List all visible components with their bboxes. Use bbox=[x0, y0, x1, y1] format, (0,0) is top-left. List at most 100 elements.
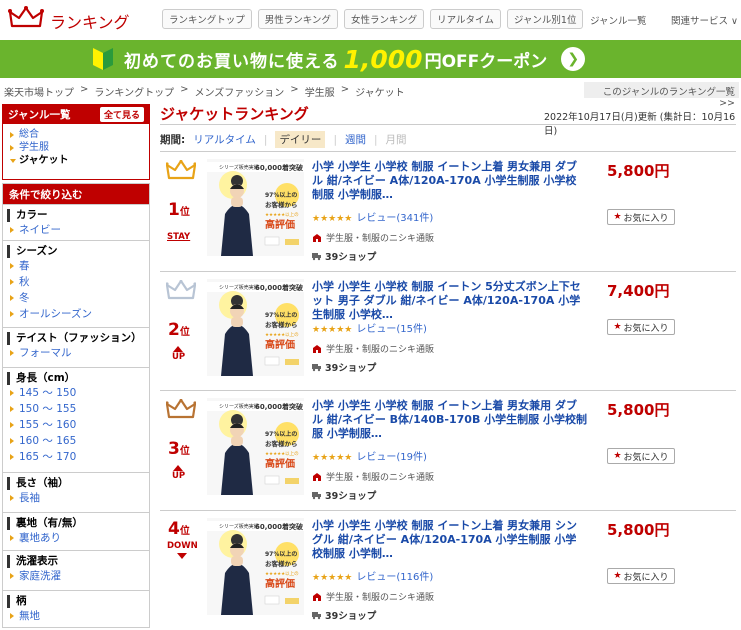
genre-item-label[interactable]: 学生服 bbox=[19, 142, 49, 153]
rank-value: 3 bbox=[168, 439, 180, 459]
shop-name[interactable]: 学生服・制服のニシキ通販 bbox=[312, 590, 434, 603]
filter-title: カラー bbox=[7, 209, 149, 222]
favorite-label: お気に入り bbox=[623, 323, 669, 334]
banner-coupon-text: 円OFFクーポン bbox=[424, 51, 548, 72]
filter-option[interactable]: 秋 bbox=[3, 274, 149, 290]
shop-39-label: 39ショップ bbox=[325, 252, 377, 263]
thumb-percent: 97%以上の bbox=[265, 430, 297, 438]
tab-weekly[interactable]: 週間 bbox=[345, 132, 366, 147]
filter-option[interactable]: 長袖 bbox=[3, 490, 149, 506]
filter-option[interactable]: 冬 bbox=[3, 290, 149, 306]
rank-crown-icon bbox=[166, 280, 196, 300]
filter-option[interactable]: ネイビー bbox=[3, 222, 149, 238]
product-thumbnail: シリーズ販売実績 60,000着突破 97%以上の お客様から ★★★★★以上の… bbox=[207, 279, 304, 376]
filter-option[interactable]: 無地 bbox=[3, 608, 149, 624]
shop-name[interactable]: 学生服・制服のニシキ通販 bbox=[312, 470, 434, 483]
filter-title: シーズン bbox=[7, 245, 149, 258]
product-price: 5,800円 bbox=[607, 521, 670, 539]
filter-title: 洗濯表示 bbox=[7, 555, 149, 568]
star-icon: ★ bbox=[613, 212, 622, 222]
filter-option[interactable]: 裏地あり bbox=[3, 530, 149, 546]
truck-icon bbox=[312, 612, 321, 620]
coupon-banner[interactable]: 初めてのお買い物に使える 1,000 円OFFクーポン ❯ bbox=[0, 40, 741, 78]
genre-item-label[interactable]: 総合 bbox=[19, 129, 39, 140]
favorite-label: お気に入り bbox=[623, 572, 669, 583]
product-image[interactable]: シリーズ販売実績 60,000着突破 97%以上の お客様から ★★★★★以上の… bbox=[207, 279, 304, 376]
breadcrumb-sep: > bbox=[180, 84, 189, 95]
shop-name[interactable]: 学生服・制服のニシキ通販 bbox=[312, 231, 434, 244]
thumb-customers: お客様から bbox=[265, 559, 298, 568]
filter-title: 長さ（袖） bbox=[7, 477, 149, 490]
breadcrumb-school-uniform[interactable]: 学生服 bbox=[305, 84, 335, 99]
rank-status: UP bbox=[172, 465, 185, 481]
product-title-link[interactable]: 小学 小学生 小学校 制服 イートン上着 男女兼用 シングル 紺/ネイビー A体… bbox=[312, 519, 587, 561]
tab-separator: | bbox=[333, 133, 337, 146]
star-icon: ★ bbox=[613, 571, 622, 581]
nav-ranking-top[interactable]: ランキングトップ bbox=[162, 9, 252, 29]
thumb-series-label: シリーズ販売実績 bbox=[219, 403, 259, 410]
product-title-link[interactable]: 小学 小学生 小学校 制服 イートン 5分丈ズボン上下セット 男子 ダブル 紺/… bbox=[312, 280, 587, 322]
review-count-link[interactable]: レビュー(341件) bbox=[356, 213, 433, 224]
favorite-button[interactable]: ★ お気に入り bbox=[607, 319, 675, 335]
crown-logo-icon[interactable] bbox=[8, 6, 44, 30]
filter-option[interactable]: 165 ～ 170 bbox=[3, 449, 149, 465]
review-count-link[interactable]: レビュー(19件) bbox=[356, 452, 427, 463]
shop-name[interactable]: 学生服・制服のニシキ通販 bbox=[312, 342, 434, 355]
shop-39-label: 39ショップ bbox=[325, 491, 377, 502]
genre-item-all[interactable]: 総合 bbox=[3, 128, 149, 141]
tab-realtime[interactable]: リアルタイム bbox=[193, 132, 256, 147]
genre-ranking-list-link[interactable]: このジャンルのランキング一覧 >> bbox=[584, 82, 739, 109]
filter-option[interactable]: フォーマル bbox=[3, 345, 149, 361]
filter-option[interactable]: 家庭洗濯 bbox=[3, 568, 149, 584]
nav-men-ranking[interactable]: 男性ランキング bbox=[257, 9, 338, 29]
product-title-link[interactable]: 小学 小学生 小学校 制服 イートン上着 男女兼用 ダブル 紺/ネイビー B体/… bbox=[312, 399, 587, 441]
filter-option[interactable]: 160 ～ 165 bbox=[3, 433, 149, 449]
favorite-button[interactable]: ★ お気に入り bbox=[607, 448, 675, 464]
shop-39-badge: 39ショップ bbox=[312, 360, 376, 374]
product-image[interactable]: シリーズ販売実績 60,000着突破 97%以上の お客様から ★★★★★以上の… bbox=[207, 398, 304, 495]
product-title-link[interactable]: 小学 小学生 小学校 制服 イートン上着 男女兼用 ダブル 紺/ネイビー A体/… bbox=[312, 160, 587, 202]
favorite-button[interactable]: ★ お気に入り bbox=[607, 568, 675, 584]
ranking-item: 3位 UP シリーズ販売実績 60,000着突破 97%以上の お客様から ★★… bbox=[160, 390, 736, 510]
breadcrumb-rakuten-top[interactable]: 楽天市場トップ bbox=[4, 84, 74, 99]
rank-number: 1位 bbox=[168, 200, 190, 220]
shop-icon bbox=[313, 472, 321, 481]
filter-option[interactable]: 150 ～ 155 bbox=[3, 401, 149, 417]
nav-women-ranking[interactable]: 女性ランキング bbox=[343, 9, 425, 29]
ranking-item: 2位 UP シリーズ販売実績 60,000着突破 97%以上の お客様から ★★… bbox=[160, 271, 736, 390]
thumb-sales-count: 60,000着突破 bbox=[255, 522, 303, 531]
logo-text[interactable]: ランキング bbox=[50, 9, 130, 33]
favorite-button[interactable]: ★ お気に入り bbox=[607, 209, 675, 225]
banner-arrow-icon[interactable]: ❯ bbox=[561, 47, 586, 71]
thumb-stars: ★★★★★以上の bbox=[265, 570, 299, 577]
shop-name-label: 学生服・制服のニシキ通販 bbox=[326, 593, 435, 603]
filter-option[interactable]: オールシーズン bbox=[3, 306, 149, 322]
shop-icon bbox=[313, 233, 321, 242]
show-all-button[interactable]: 全て見る bbox=[99, 107, 144, 122]
star-icon: ★ bbox=[613, 322, 622, 332]
breadcrumb-mens-fashion[interactable]: メンズファッション bbox=[194, 84, 284, 99]
review-count-link[interactable]: レビュー(116件) bbox=[356, 572, 433, 583]
filter-panel: 条件で絞り込む カラー ネイビー シーズン 春 秋 冬 オールシーズン テイスト… bbox=[2, 183, 150, 628]
related-services-menu[interactable]: 関連サービス ∨ bbox=[671, 13, 738, 27]
thumb-high-rating: 高評価 bbox=[265, 457, 295, 470]
genre-list-link[interactable]: ジャンル一覧 bbox=[590, 13, 647, 27]
product-image[interactable]: シリーズ販売実績 60,000着突破 97%以上の お客様から ★★★★★以上の… bbox=[207, 159, 304, 256]
product-image[interactable]: シリーズ販売実績 60,000着突破 97%以上の お客様から ★★★★★以上の… bbox=[207, 518, 304, 615]
breadcrumb-jacket[interactable]: ジャケット bbox=[355, 84, 405, 99]
filter-option[interactable]: 145 ～ 150 bbox=[3, 385, 149, 401]
thumb-percent: 97%以上の bbox=[265, 311, 297, 319]
nav-genre-first[interactable]: ジャンル別1位 bbox=[506, 9, 584, 29]
filter-option[interactable]: 春 bbox=[3, 258, 149, 274]
nav-realtime[interactable]: リアルタイム bbox=[430, 9, 501, 29]
genre-item-school-uniform[interactable]: 学生服 bbox=[3, 141, 149, 154]
filter-season: シーズン 春 秋 冬 オールシーズン bbox=[3, 240, 149, 326]
breadcrumb-ranking-top[interactable]: ランキングトップ bbox=[94, 84, 174, 99]
banner-text-main: 初めてのお買い物に使える bbox=[124, 51, 340, 72]
filter-option[interactable]: 155 ～ 160 bbox=[3, 417, 149, 433]
thumb-series-label: シリーズ販売実績 bbox=[219, 523, 259, 530]
review-count-link[interactable]: レビュー(15件) bbox=[356, 324, 427, 335]
thumb-stars: ★★★★★以上の bbox=[265, 450, 299, 457]
truck-icon bbox=[312, 253, 321, 261]
tab-daily[interactable]: デイリー bbox=[275, 131, 326, 148]
